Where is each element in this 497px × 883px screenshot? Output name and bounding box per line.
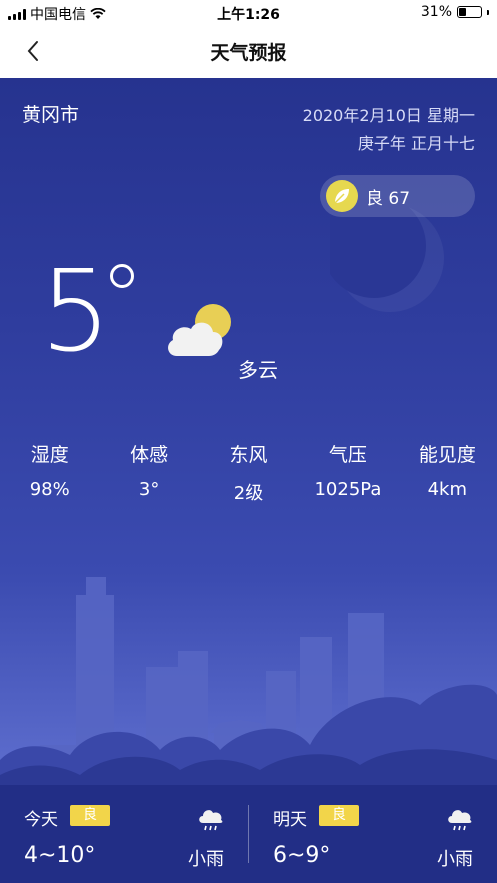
current-temperature: 5 (40, 247, 111, 377)
degree-icon (110, 264, 134, 288)
battery-group: 31% (421, 4, 489, 20)
air-quality-label: 良 67 (366, 188, 411, 209)
stat-label: 东风 (229, 444, 268, 466)
forecast-bar: 今天 良 4~10° 小雨 明天 良 6~9° 小雨 (0, 785, 497, 883)
current-condition: 多云 (238, 358, 278, 382)
light-rain-icon (448, 810, 472, 831)
page-title: 天气预报 (210, 42, 287, 64)
air-quality-badge: 良 (70, 805, 110, 826)
city-skyline-illustration (0, 577, 497, 785)
stat-humidity: 湿度 98% (0, 440, 99, 505)
stat-feels-like: 体感 3° (99, 440, 198, 505)
partly-cloudy-icon (168, 304, 231, 356)
stat-value: 1025Pa (314, 479, 382, 500)
city-name[interactable]: 黄冈市 (22, 100, 79, 127)
date-block: 2020年2月10日 星期一 庚子年 正月十七 (303, 102, 475, 158)
battery-percent: 31% (420, 4, 452, 20)
stat-label: 湿度 (30, 444, 69, 466)
stat-value: 2级 (233, 483, 264, 504)
leaf-icon (326, 180, 358, 212)
light-rain-icon (199, 810, 223, 831)
status-bar: 中国电信 上午1:26 31% (0, 0, 497, 26)
air-quality-badge: 良 (319, 805, 359, 826)
stat-label: 体感 (130, 444, 169, 466)
gregorian-date: 2020年2月10日 星期一 (302, 106, 475, 125)
forecast-tomorrow[interactable]: 明天 良 6~9° 小雨 (249, 785, 497, 883)
nav-bar: 天气预报 (0, 26, 497, 78)
forecast-condition: 小雨 (437, 849, 473, 870)
forecast-day: 明天 (273, 810, 307, 830)
stat-label: 气压 (328, 444, 367, 466)
forecast-condition: 小雨 (188, 849, 224, 870)
stat-value: 3° (138, 479, 160, 500)
stat-wind: 东风 2级 (199, 440, 298, 505)
weather-panel: 黄冈市 2020年2月10日 星期一 庚子年 正月十七 良 67 5 多云 湿度… (0, 78, 497, 785)
forecast-today[interactable]: 今天 良 4~10° 小雨 (0, 785, 248, 883)
stat-pressure: 气压 1025Pa (298, 440, 397, 505)
stat-visibility: 能见度 4km (398, 440, 497, 505)
temperature-range: 4~10° (24, 843, 96, 868)
temperature-range: 6~9° (273, 843, 331, 868)
stat-value: 4km (427, 479, 468, 500)
forecast-day: 今天 (24, 810, 58, 830)
battery-icon (457, 6, 482, 18)
stats-row: 湿度 98% 体感 3° 东风 2级 气压 1025Pa 能见度 4km (0, 440, 497, 505)
air-quality-pill[interactable]: 良 67 (320, 175, 475, 217)
lunar-date: 庚子年 正月十七 (357, 134, 475, 153)
stat-label: 能见度 (418, 444, 476, 466)
stat-value: 98% (29, 479, 70, 500)
